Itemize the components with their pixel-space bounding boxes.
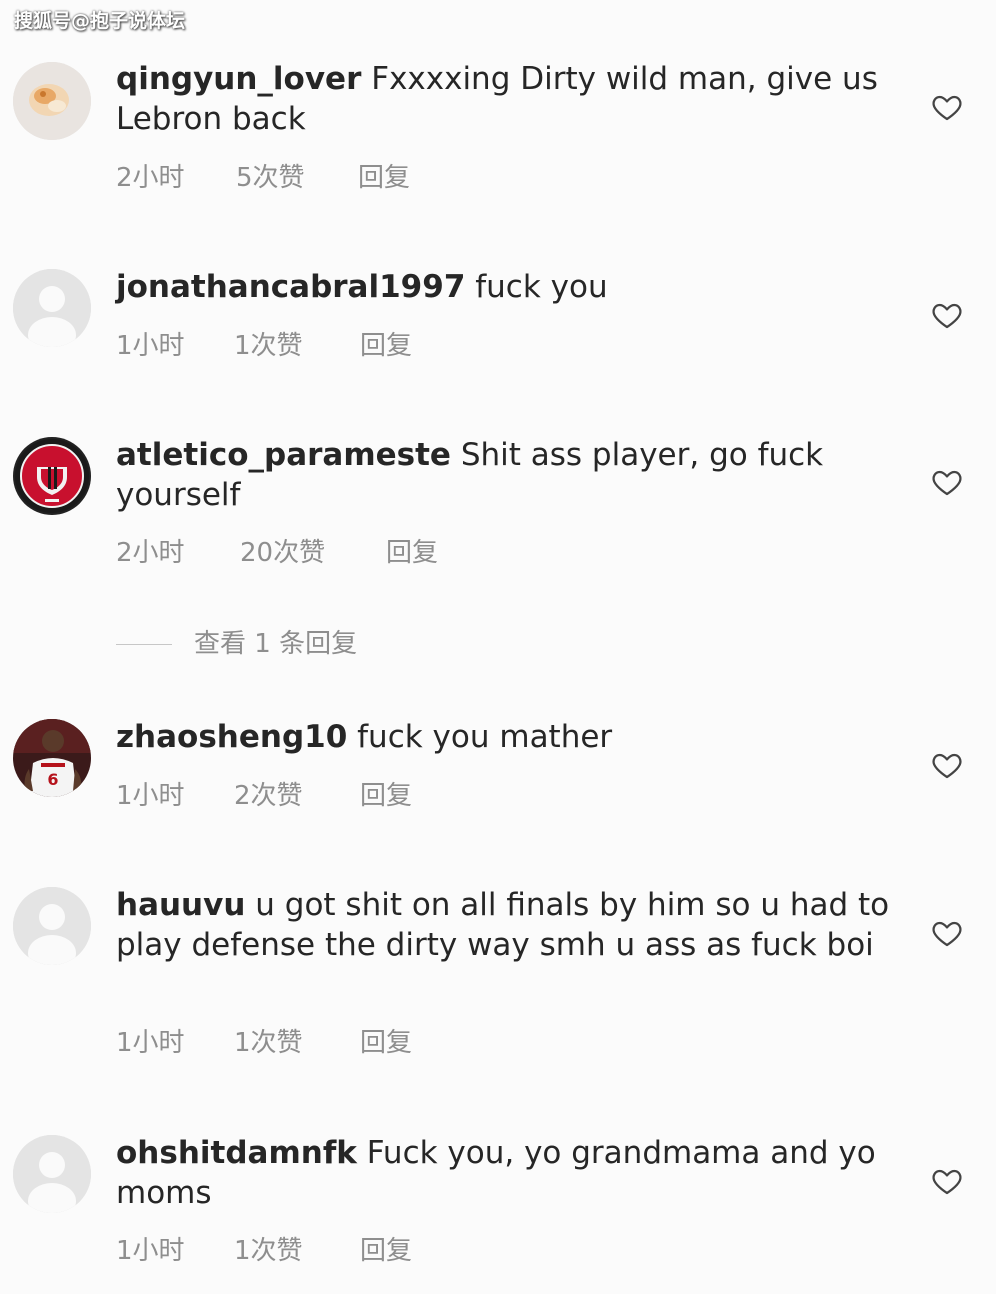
reply-button[interactable]: 回复 <box>360 331 412 361</box>
comment-body: fuck you <box>475 269 608 305</box>
comment-meta: 1小时 1次赞 回复 <box>116 1028 412 1058</box>
comment-meta: 2小时 20次赞 回复 <box>116 538 438 568</box>
svg-text:6: 6 <box>47 770 58 789</box>
username[interactable]: qingyun_lover <box>116 61 361 97</box>
comment-time: 2小时 <box>116 538 185 568</box>
avatar[interactable] <box>13 62 91 140</box>
reply-button[interactable]: 回复 <box>360 1236 412 1266</box>
comment-time: 2小时 <box>116 163 185 193</box>
heart-outline-icon[interactable] <box>930 1165 964 1197</box>
comment-text: atletico_parameste Shit ass player, go f… <box>116 435 896 515</box>
username[interactable]: atletico_parameste <box>116 437 451 473</box>
comment-meta: 2小时 5次赞 回复 <box>116 163 410 193</box>
comment-text: ohshitdamnfk Fuck you, yo grandmama and … <box>116 1133 896 1213</box>
like-count[interactable]: 2次赞 <box>234 781 360 811</box>
comment-meta: 1小时 2次赞 回复 <box>116 781 412 811</box>
avatar[interactable] <box>13 887 91 965</box>
username[interactable]: zhaosheng10 <box>116 719 347 755</box>
like-count[interactable]: 5次赞 <box>236 163 358 193</box>
comment-meta: 1小时 1次赞 回复 <box>116 331 412 361</box>
username[interactable]: ohshitdamnfk <box>116 1135 357 1171</box>
like-count[interactable]: 1次赞 <box>234 1028 360 1058</box>
like-count[interactable]: 1次赞 <box>234 1236 360 1266</box>
view-replies-label[interactable]: 查看 1 条回复 <box>194 629 357 659</box>
watermark: 搜狐号@抱子说体坛 <box>14 10 186 32</box>
heart-outline-icon[interactable] <box>930 466 964 498</box>
username[interactable]: jonathancabral1997 <box>116 269 465 305</box>
like-count[interactable]: 1次赞 <box>234 331 360 361</box>
view-replies-link[interactable]: 查看 1 条回复 <box>116 626 357 662</box>
like-count[interactable]: 20次赞 <box>240 538 386 568</box>
heart-outline-icon[interactable] <box>930 749 964 781</box>
avatar[interactable] <box>13 437 91 515</box>
heart-outline-icon[interactable] <box>930 917 964 949</box>
divider <box>116 644 172 645</box>
username[interactable]: hauuvu <box>116 887 245 923</box>
reply-button[interactable]: 回复 <box>358 163 410 193</box>
comment-meta: 1小时 1次赞 回复 <box>116 1236 412 1266</box>
comment-time: 1小时 <box>116 1028 185 1058</box>
comment-time: 1小时 <box>116 781 185 811</box>
avatar[interactable] <box>13 1135 91 1213</box>
reply-button[interactable]: 回复 <box>360 781 412 811</box>
comment-time: 1小时 <box>116 1236 185 1266</box>
reply-button[interactable]: 回复 <box>386 538 438 568</box>
comment-text: zhaosheng10 fuck you mather <box>116 717 896 757</box>
comment-text: hauuvu u got shit on all finals by him s… <box>116 885 896 965</box>
avatar[interactable] <box>13 269 91 347</box>
comment-text: jonathancabral1997 fuck you <box>116 267 896 307</box>
heart-outline-icon[interactable] <box>930 91 964 123</box>
comment-time: 1小时 <box>116 331 185 361</box>
heart-outline-icon[interactable] <box>930 299 964 331</box>
comment-text: qingyun_lover Fxxxxing Dirty wild man, g… <box>116 59 896 139</box>
reply-button[interactable]: 回复 <box>360 1028 412 1058</box>
comment-body: fuck you mather <box>357 719 613 755</box>
avatar[interactable]: 6 <box>13 719 91 797</box>
